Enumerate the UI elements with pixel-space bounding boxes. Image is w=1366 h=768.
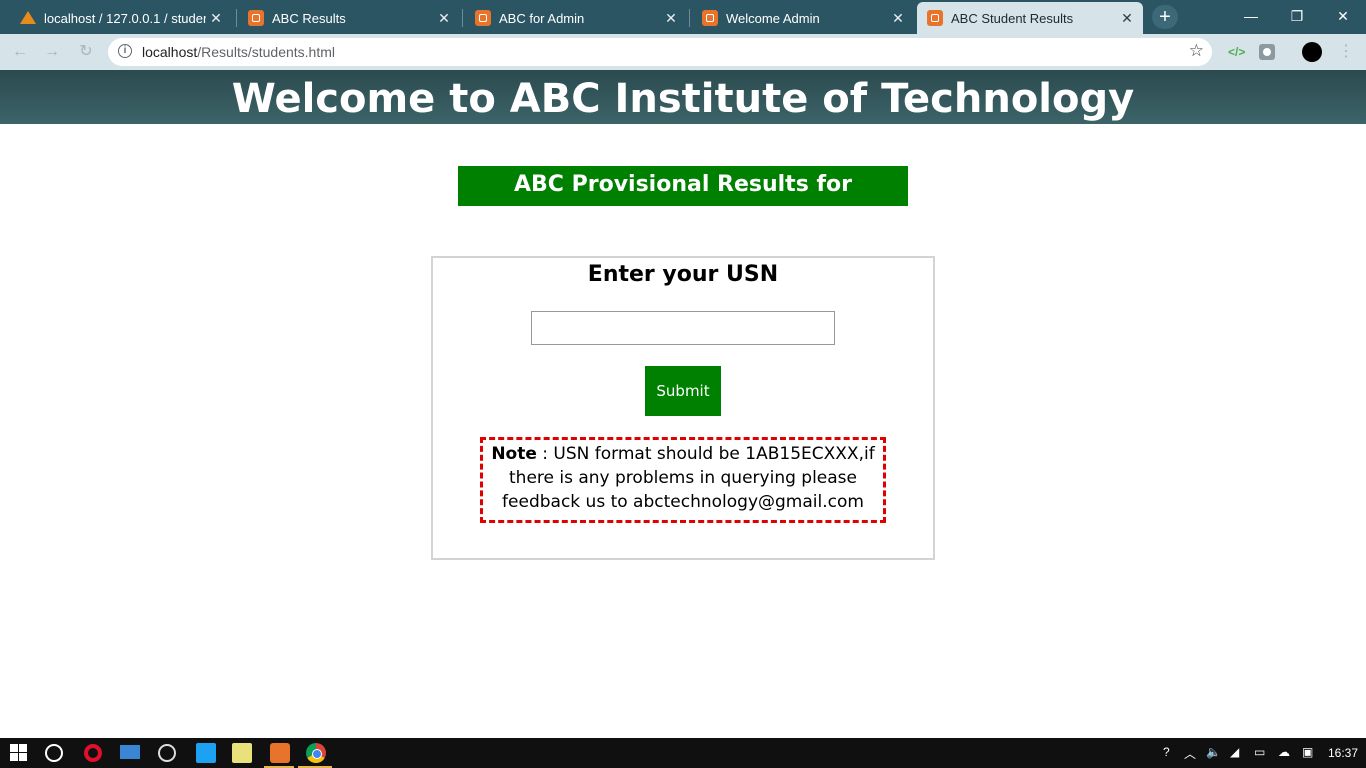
note-label: Note: [491, 444, 537, 464]
browser-menu-icon[interactable]: ⋮: [1338, 44, 1354, 60]
page-title: Welcome to ABC Institute of Technology: [231, 76, 1135, 122]
bookmark-star-icon[interactable]: ☆: [1189, 41, 1204, 61]
tab-abc-student-results[interactable]: ABC Student Results ✕: [917, 2, 1143, 34]
reload-icon[interactable]: ↻: [76, 42, 96, 62]
xampp-icon: [475, 10, 491, 26]
close-icon[interactable]: ✕: [1117, 10, 1137, 27]
notification-icon[interactable]: ▣: [1302, 745, 1313, 759]
browser-tab-strip: localhost / 127.0.0.1 / studentr ✕ ABC R…: [0, 0, 1366, 34]
site-header: Welcome to ABC Institute of Technology: [0, 70, 1366, 124]
new-tab-button[interactable]: +: [1152, 5, 1178, 29]
close-icon[interactable]: ✕: [434, 10, 454, 27]
code-extension-icon[interactable]: </>: [1228, 44, 1245, 60]
chrome-icon[interactable]: [306, 743, 326, 763]
cortana-icon[interactable]: [45, 744, 63, 762]
forward-arrow-icon[interactable]: →: [42, 42, 62, 62]
usn-note: Note : USN format should be 1AB15ECXXX,i…: [480, 437, 886, 523]
tab-abc-for-admin[interactable]: ABC for Admin ✕: [465, 2, 687, 34]
info-icon[interactable]: i: [118, 44, 132, 58]
volume-icon[interactable]: 🔈: [1206, 745, 1221, 759]
tab-separator: [462, 9, 463, 27]
close-icon[interactable]: ✕: [661, 10, 681, 27]
tab-title: ABC Results: [272, 10, 346, 26]
taskbar-clock[interactable]: 16:37: [1328, 738, 1358, 768]
xampp-taskbar-icon[interactable]: [270, 743, 290, 763]
browser-toolbar: ← → ↻ i localhost/Results/students.html …: [0, 34, 1366, 70]
tab-separator: [689, 9, 690, 27]
xampp-icon: [927, 10, 943, 26]
taskbar: ? ︿ 🔈 ◢ ▭ ☁ ▣ 16:37: [0, 738, 1366, 768]
window-close-button[interactable]: ✕: [1320, 4, 1366, 28]
tab-title: localhost / 127.0.0.1 / studentr: [44, 10, 206, 26]
close-icon[interactable]: ✕: [888, 10, 908, 27]
back-arrow-icon[interactable]: ←: [10, 42, 30, 62]
monitor-icon[interactable]: [120, 745, 140, 759]
results-banner: ABC Provisional Results for Students: [458, 166, 908, 235]
twitter-icon[interactable]: [196, 743, 216, 763]
usn-input[interactable]: [531, 311, 835, 345]
xampp-icon: [702, 10, 718, 26]
camera-extension-icon[interactable]: [1259, 44, 1275, 60]
submit-button[interactable]: Submit: [645, 366, 721, 416]
close-icon[interactable]: ✕: [206, 10, 226, 27]
cloud-icon[interactable]: ☁: [1278, 745, 1290, 759]
tab-abc-results[interactable]: ABC Results ✕: [238, 2, 460, 34]
form-title: Enter your USN: [587, 262, 779, 287]
restore-button[interactable]: ❐: [1274, 4, 1320, 28]
note-text: : USN format should be 1AB15ECXXX,if the…: [502, 444, 875, 512]
tab-welcome-admin[interactable]: Welcome Admin ✕: [692, 2, 914, 34]
profile-avatar[interactable]: [1302, 42, 1322, 62]
tab-separator: [236, 9, 237, 27]
url-path: /Results/students.html: [197, 44, 335, 60]
tab-title: ABC for Admin: [499, 10, 585, 26]
minimize-button[interactable]: —: [1228, 4, 1274, 28]
network-icon[interactable]: ◢: [1230, 745, 1239, 759]
opera-icon[interactable]: [84, 744, 102, 762]
chevron-up-icon[interactable]: ︿: [1184, 745, 1196, 762]
address-bar[interactable]: i localhost/Results/students.html ☆: [108, 38, 1212, 66]
url-text[interactable]: localhost/Results/students.html: [142, 38, 335, 66]
tab-phpmyadmin[interactable]: localhost / 127.0.0.1 / studentr ✕: [10, 2, 232, 34]
url-host: localhost: [142, 44, 198, 60]
phpmyadmin-icon: [20, 10, 36, 26]
people-icon[interactable]: [158, 744, 176, 762]
battery-icon[interactable]: ▭: [1254, 745, 1265, 759]
xampp-icon: [248, 10, 264, 26]
help-icon[interactable]: ?: [1163, 745, 1170, 759]
usn-form: Enter your USN Submit Note : USN format …: [431, 256, 935, 560]
sticky-notes-icon[interactable]: [232, 743, 252, 763]
windows-start-icon[interactable]: [10, 743, 30, 763]
tab-title: Welcome Admin: [726, 10, 820, 26]
tab-title: ABC Student Results: [951, 10, 1074, 26]
